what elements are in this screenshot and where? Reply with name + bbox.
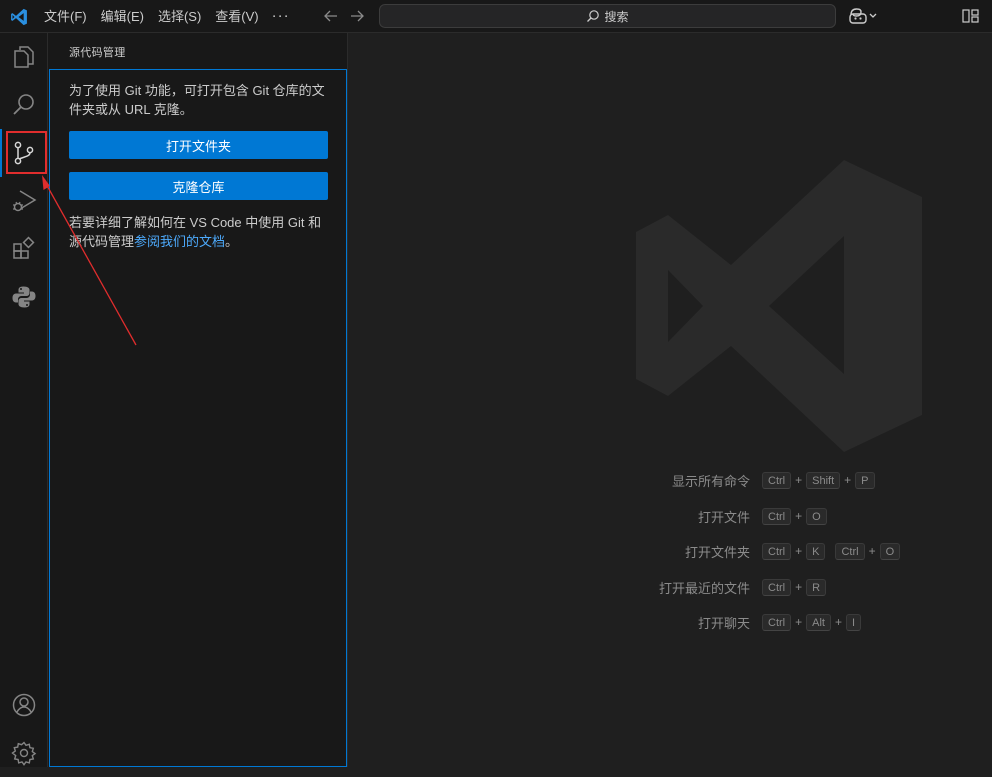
activity-python[interactable] bbox=[0, 273, 48, 321]
chevron-down-icon bbox=[869, 13, 877, 18]
shortcut-row: 打开文件 Ctrl + O bbox=[348, 506, 992, 526]
help-text: 若要详细了解如何在 VS Code 中使用 Git 和源代码管理参阅我们的文档。 bbox=[69, 213, 331, 251]
explorer-icon bbox=[14, 46, 34, 68]
keyboard-key: I bbox=[845, 613, 862, 631]
keyboard-key: Alt bbox=[806, 613, 831, 631]
shortcut-keys: Ctrl + O bbox=[762, 506, 827, 526]
shortcut-keys: Ctrl + R bbox=[762, 577, 827, 597]
activity-manage[interactable] bbox=[0, 729, 48, 777]
keyboard-key: Ctrl bbox=[762, 507, 792, 525]
keyboard-key: O bbox=[879, 542, 901, 560]
keyboard-key: Ctrl bbox=[762, 542, 792, 560]
command-center-search[interactable]: 搜索 bbox=[379, 4, 836, 28]
copilot-icon[interactable] bbox=[848, 7, 878, 25]
key-plus: + bbox=[868, 544, 876, 558]
sidebar-title: 源代码管理 bbox=[69, 47, 126, 59]
keyboard-key: Ctrl bbox=[762, 578, 792, 596]
key-plus: + bbox=[795, 615, 803, 629]
keyboard-key: Ctrl bbox=[762, 613, 792, 631]
shortcut-row: 打开文件夹 Ctrl + K Ctrl + O bbox=[348, 541, 992, 561]
shortcut-keys: Ctrl + K Ctrl + O bbox=[762, 541, 901, 561]
clone-repository-button[interactable]: 克隆仓库 bbox=[69, 172, 328, 200]
title-bar: 文件(F) 编辑(E) 选择(S) 查看(V) ··· 搜索 bbox=[0, 0, 992, 33]
key-plus: + bbox=[795, 544, 803, 558]
help-text-suffix: 。 bbox=[225, 234, 239, 249]
python-icon bbox=[12, 286, 36, 308]
key-plus: + bbox=[795, 580, 803, 594]
activity-run-debug[interactable] bbox=[0, 177, 48, 225]
activity-extensions[interactable] bbox=[0, 225, 48, 273]
shortcut-label[interactable]: 打开文件夹 bbox=[685, 542, 750, 561]
menu-view[interactable]: 查看(V) bbox=[208, 0, 265, 33]
source-control-sidebar: 源代码管理 为了使用 Git 功能，可打开包含 Git 仓库的文件夹或从 URL… bbox=[48, 33, 348, 767]
key-plus: + bbox=[844, 473, 852, 487]
source-control-icon bbox=[14, 141, 34, 165]
shortcut-label[interactable]: 打开聊天 bbox=[698, 613, 750, 632]
keyboard-key: P bbox=[855, 471, 875, 489]
menu-edit[interactable]: 编辑(E) bbox=[94, 0, 151, 33]
keyboard-key: K bbox=[806, 542, 826, 560]
more-menu-button[interactable]: ··· bbox=[266, 0, 296, 33]
keyboard-key: O bbox=[806, 507, 827, 525]
shortcut-row: 打开聊天 Ctrl + Alt + I bbox=[348, 612, 992, 632]
activity-accounts[interactable] bbox=[0, 681, 48, 729]
shortcut-row: 打开最近的文件 Ctrl + R bbox=[348, 577, 992, 597]
back-arrow-icon[interactable] bbox=[322, 7, 340, 25]
welcome-intro-text: 为了使用 Git 功能，可打开包含 Git 仓库的文件夹或从 URL 克隆。 bbox=[69, 83, 325, 117]
menu-selection[interactable]: 选择(S) bbox=[151, 0, 208, 33]
shortcut-label[interactable]: 显示所有命令 bbox=[672, 471, 750, 490]
key-plus: + bbox=[795, 473, 803, 487]
keyboard-key: Shift bbox=[806, 471, 841, 489]
vscode-watermark-icon bbox=[636, 160, 922, 452]
activity-source-control[interactable] bbox=[0, 129, 48, 177]
extensions-icon bbox=[13, 236, 35, 259]
key-plus: + bbox=[834, 615, 842, 629]
activity-explorer[interactable] bbox=[0, 33, 48, 81]
search-icon bbox=[13, 94, 34, 115]
settings-icon bbox=[11, 741, 37, 766]
vscode-logo-icon bbox=[11, 8, 27, 26]
open-folder-button[interactable]: 打开文件夹 bbox=[69, 131, 328, 159]
key-plus: + bbox=[795, 509, 803, 523]
menu-file[interactable]: 文件(F) bbox=[37, 0, 94, 33]
activity-search[interactable] bbox=[0, 81, 48, 129]
keyboard-key: Ctrl bbox=[762, 471, 792, 489]
account-icon bbox=[12, 693, 36, 717]
forward-arrow-icon[interactable] bbox=[348, 7, 366, 25]
shortcut-row: 显示所有命令 Ctrl + Shift + P bbox=[348, 470, 992, 490]
shortcut-label[interactable]: 打开最近的文件 bbox=[659, 578, 750, 597]
source-control-welcome-panel: 为了使用 Git 功能，可打开包含 Git 仓库的文件夹或从 URL 克隆。 打… bbox=[49, 69, 347, 767]
keyboard-key: R bbox=[806, 578, 827, 596]
shortcut-keys: Ctrl + Shift + P bbox=[762, 470, 875, 490]
menu-bar: 文件(F) 编辑(E) 选择(S) 查看(V) ··· bbox=[37, 0, 296, 33]
search-icon bbox=[587, 10, 600, 22]
toggle-layout-icon[interactable] bbox=[962, 8, 980, 24]
activity-bar bbox=[0, 33, 48, 767]
docs-link[interactable]: 参阅我们的文档 bbox=[134, 234, 225, 249]
shortcut-label[interactable]: 打开文件 bbox=[698, 507, 750, 526]
shortcut-keys: Ctrl + Alt + I bbox=[762, 612, 862, 632]
keyboard-key: Ctrl bbox=[835, 542, 865, 560]
editor-area: 显示所有命令 Ctrl + Shift + P 打开文件 Ctrl + O 打开文件夹 Ctrl + K C… bbox=[348, 33, 992, 767]
run-debug-icon bbox=[13, 190, 37, 212]
search-label: 搜索 bbox=[604, 9, 629, 24]
